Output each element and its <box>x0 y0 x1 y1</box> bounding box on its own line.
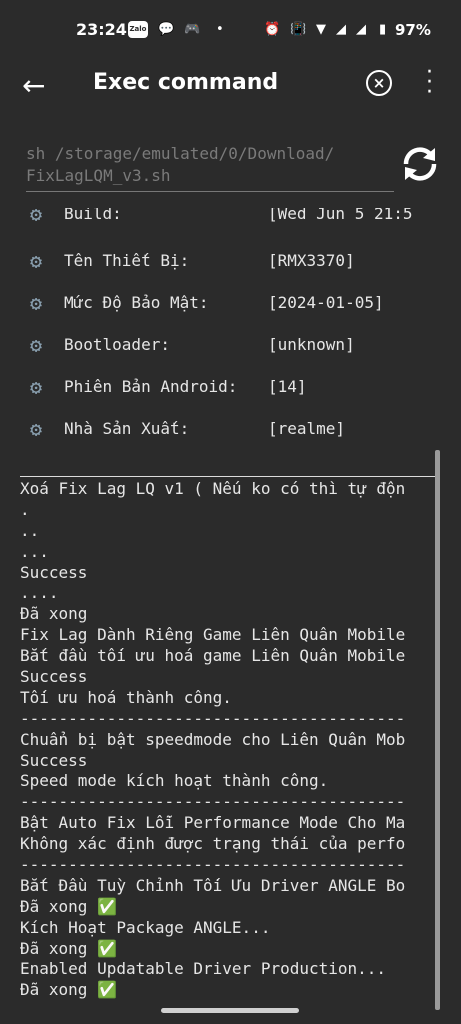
gear-icon: ⚙ <box>30 417 43 441</box>
device-info-list: ⚙ Build: [Wed Jun 5 21:5 ⚙ Tên Thiết Bị:… <box>0 208 461 458</box>
battery-icon: ▮ <box>379 22 387 37</box>
log-line: Không xác định được trạng thái của perfo <box>20 834 406 854</box>
log-line: Bắt Đầu Tuỳ Chỉnh Tối Ưu Driver ANGLE Bo <box>20 875 406 895</box>
command-input[interactable]: sh /storage/emulated/0/Download/ FixLagL… <box>26 143 394 192</box>
zalo-notification-icon: Zalo <box>128 21 148 38</box>
output-divider <box>20 476 440 477</box>
gear-icon: ⚙ <box>30 375 43 399</box>
app-bar: ← Exec command × · · · <box>0 60 461 120</box>
info-value: [unknown] <box>268 335 355 354</box>
command-line-2: FixLagLQM_v3.sh <box>26 166 171 185</box>
signal-2-icon: ◢ <box>356 22 366 37</box>
log-line: Success <box>20 750 88 770</box>
info-value: [RMX3370] <box>268 251 355 270</box>
log-line: Bật Auto Fix Lỗi Performance Mode Cho Ma <box>20 813 406 833</box>
log-line: ---------------------------------------- <box>20 792 406 812</box>
gear-icon: ⚙ <box>30 333 43 357</box>
gear-icon: ⚙ <box>30 208 43 226</box>
log-line: ---------------------------------------- <box>20 708 406 728</box>
log-line: Đã xong ✅ <box>20 980 117 1000</box>
status-bar: 23:24 Zalo 💬 🎮 • ⏰ 📳 ▼ ◢ ◢ ▮ 97% <box>0 0 461 60</box>
info-value: [Wed Jun 5 21:5 <box>268 208 413 223</box>
log-line: Bắt đầu tối ưu hoá game Liên Quân Mobile <box>20 646 406 666</box>
info-row-build: ⚙ Build: [Wed Jun 5 21:5 <box>0 208 461 228</box>
game-controller-icon: 🎮 <box>184 22 201 37</box>
status-time: 23:24 <box>76 20 127 39</box>
close-icon[interactable]: × <box>366 70 392 96</box>
more-vert-icon[interactable]: · · · <box>426 62 433 104</box>
log-line: ... <box>20 541 49 561</box>
log-line: Kích Hoạt Package ANGLE... <box>20 917 271 937</box>
info-value: [2024-01-05] <box>268 293 384 312</box>
log-line: Success <box>20 562 88 582</box>
log-line: Xoá Fix Lag LQ v1 ( Nếu ko có thì tự độn <box>20 479 406 498</box>
log-line: Fix Lag Dành Riêng Game Liên Quân Mobile <box>20 625 406 645</box>
vibrate-icon: 📳 <box>290 22 307 37</box>
log-line: .. <box>20 520 40 540</box>
info-label: Nhà Sản Xuất: <box>64 419 190 438</box>
refresh-icon[interactable] <box>398 142 442 186</box>
log-line: Đã xong ✅ <box>20 896 117 916</box>
info-label: Tên Thiết Bị: <box>64 251 190 270</box>
chat-icon: 💬 <box>158 22 175 37</box>
info-row-android-version: ⚙ Phiên Bản Android: [14] <box>0 375 461 401</box>
log-line: Chuẩn bị bật speedmode cho Liên Quân Mob <box>20 729 406 749</box>
wifi-icon: ▼ <box>316 22 326 37</box>
log-line: Success <box>20 667 88 687</box>
info-label: Phiên Bản Android: <box>64 377 238 396</box>
page-title: Exec command <box>93 70 279 95</box>
log-line: Đã xong <box>20 604 88 624</box>
back-arrow-icon[interactable]: ← <box>22 66 45 106</box>
log-line: ---------------------------------------- <box>20 855 406 875</box>
info-row-device-name: ⚙ Tên Thiết Bị: [RMX3370] <box>0 249 461 275</box>
alarm-icon: ⏰ <box>264 22 281 37</box>
log-line: Enabled Updatable Driver Production... <box>20 959 387 979</box>
info-row-security-level: ⚙ Mức Độ Bảo Mật: [2024-01-05] <box>0 291 461 317</box>
gear-icon: ⚙ <box>30 249 43 273</box>
log-line: Tối ưu hoá thành công. <box>20 687 232 707</box>
info-value: [14] <box>268 377 307 396</box>
battery-percent: 97% <box>395 21 431 39</box>
info-label: Mức Độ Bảo Mật: <box>64 293 209 312</box>
scrollbar[interactable] <box>435 450 440 1010</box>
dot-icon: • <box>216 22 224 37</box>
terminal-output[interactable]: Xoá Fix Lag LQ v1 ( Nếu ko có thì tự độn… <box>20 479 440 1009</box>
log-line: Đã xong ✅ <box>20 938 117 958</box>
info-value: [realme] <box>268 419 346 438</box>
log-line: .... <box>20 583 59 603</box>
info-row-bootloader: ⚙ Bootloader: [unknown] <box>0 333 461 359</box>
command-line-1: sh /storage/emulated/0/Download/ <box>26 144 335 163</box>
log-line: . <box>20 499 30 519</box>
gear-icon: ⚙ <box>30 291 43 315</box>
home-indicator[interactable] <box>161 1008 299 1013</box>
signal-icon: ◢ <box>336 22 346 37</box>
log-line: Speed mode kích hoạt thành công. <box>20 771 329 791</box>
info-label: Build: <box>64 208 122 223</box>
info-row-manufacturer: ⚙ Nhà Sản Xuất: [realme] <box>0 417 461 443</box>
info-label: Bootloader: <box>64 335 170 354</box>
